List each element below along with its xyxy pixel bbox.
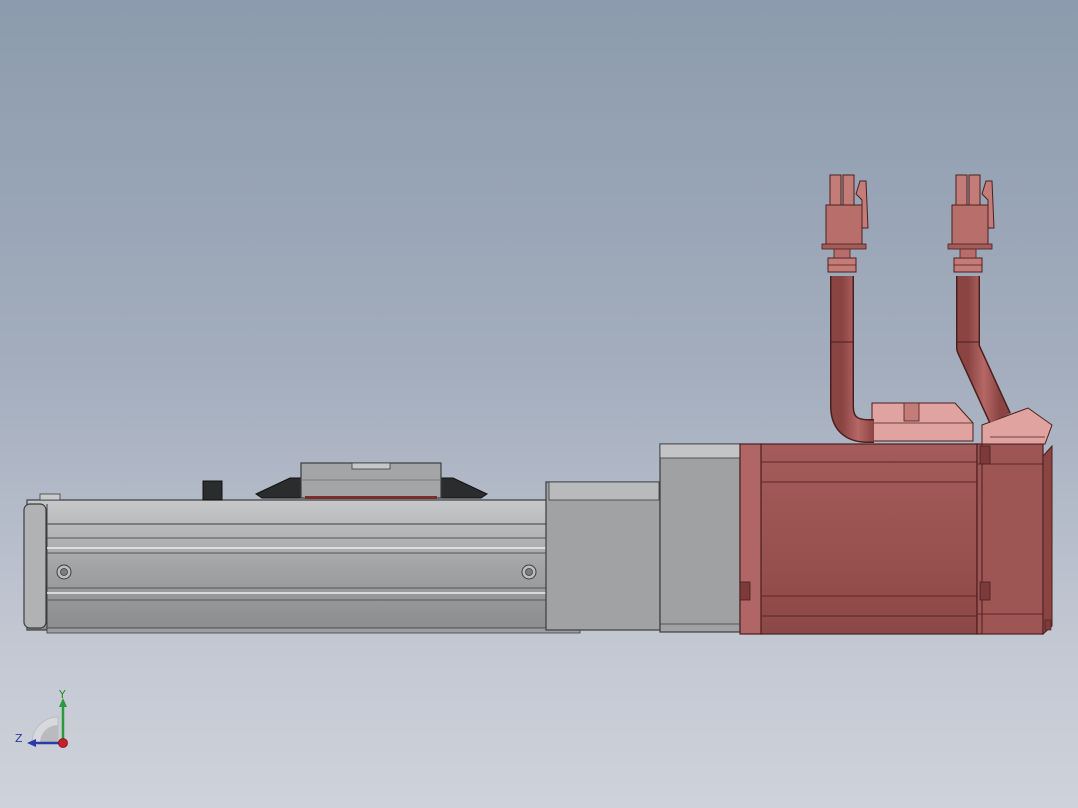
orientation-triad [27,698,68,748]
limit-sensor [202,480,223,501]
3d-viewport[interactable]: Y Z [0,0,1078,808]
carriage-slider[interactable] [254,462,489,499]
power-cable-gland [871,402,974,442]
actuator-rail[interactable] [23,480,581,634]
z-axis-label: Z [15,732,23,745]
x-axis-dot [58,738,68,748]
cable-connector-plug-encoder[interactable] [947,174,995,250]
motor-adapter-block[interactable] [659,443,741,633]
power-cable[interactable] [827,247,874,443]
cable-connector-plug-power[interactable] [821,174,869,250]
model-view[interactable] [0,0,1078,808]
servo-motor[interactable] [739,443,1053,636]
coupling-housing[interactable] [545,481,661,631]
y-axis-label: Y [59,688,66,701]
encoder-cable[interactable] [953,247,1011,423]
